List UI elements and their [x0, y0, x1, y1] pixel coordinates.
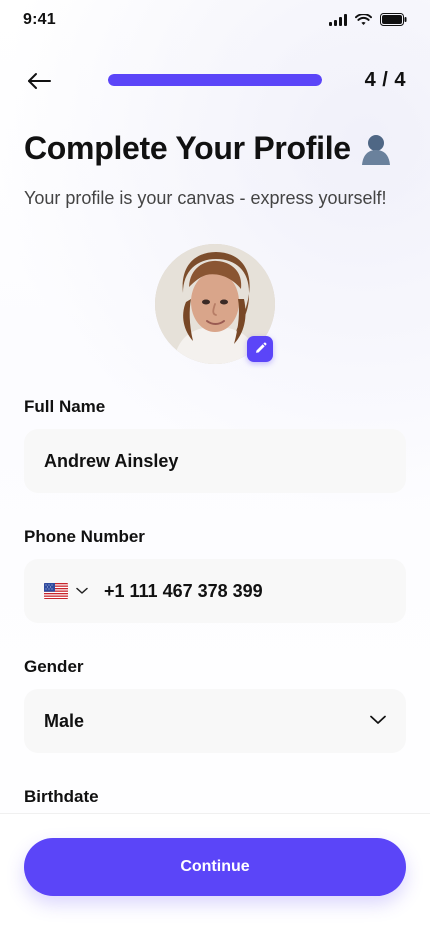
page-title: Complete Your Profile: [24, 130, 393, 167]
pencil-icon: [256, 342, 267, 353]
signal-icon: [329, 13, 347, 31]
status-time: 9:41: [23, 11, 56, 28]
battery-icon: [380, 13, 407, 31]
status-bar: 9:41: [0, 0, 430, 44]
phone-number-value: +1 111 467 378 399: [104, 580, 263, 601]
birthdate-label: Birthdate: [24, 787, 99, 806]
full-name-value: Andrew Ainsley: [44, 450, 179, 471]
profile-emoji: [359, 133, 393, 165]
status-icons: [329, 13, 407, 31]
page-title-text: Complete Your Profile: [24, 130, 351, 166]
full-name-label: Full Name: [24, 397, 106, 416]
continue-button[interactable]: Continue: [24, 838, 406, 896]
onboarding-progress-bar: [108, 74, 322, 86]
country-code-selector[interactable]: [44, 582, 88, 600]
chevron-down-icon: [76, 582, 88, 600]
arrow-left-icon: [28, 73, 51, 89]
page-subtitle: Your profile is your canvas - express yo…: [24, 188, 387, 208]
gender-label: Gender: [24, 657, 84, 676]
onboarding-progress-fill: [108, 74, 322, 86]
wifi-icon: [355, 13, 372, 31]
bottom-action-bar: Continue: [0, 813, 430, 932]
gender-value: Male: [44, 710, 85, 731]
person-icon: [361, 134, 390, 165]
back-button[interactable]: [24, 66, 54, 96]
us-flag-icon: [44, 583, 68, 599]
full-name-field[interactable]: Andrew Ainsley: [24, 429, 406, 493]
phone-number-label: Phone Number: [24, 527, 145, 546]
chevron-down-icon: [370, 712, 386, 730]
step-indicator: 4 / 4: [364, 69, 406, 91]
edit-avatar-button[interactable]: [247, 336, 273, 362]
phone-number-field[interactable]: +1 111 467 378 399: [24, 559, 406, 623]
gender-select[interactable]: Male: [24, 689, 406, 753]
profile-completion-screen: 9:41 4 / 4 Complete Your Profile Your pr…: [0, 0, 430, 932]
avatar-container: [155, 244, 275, 364]
